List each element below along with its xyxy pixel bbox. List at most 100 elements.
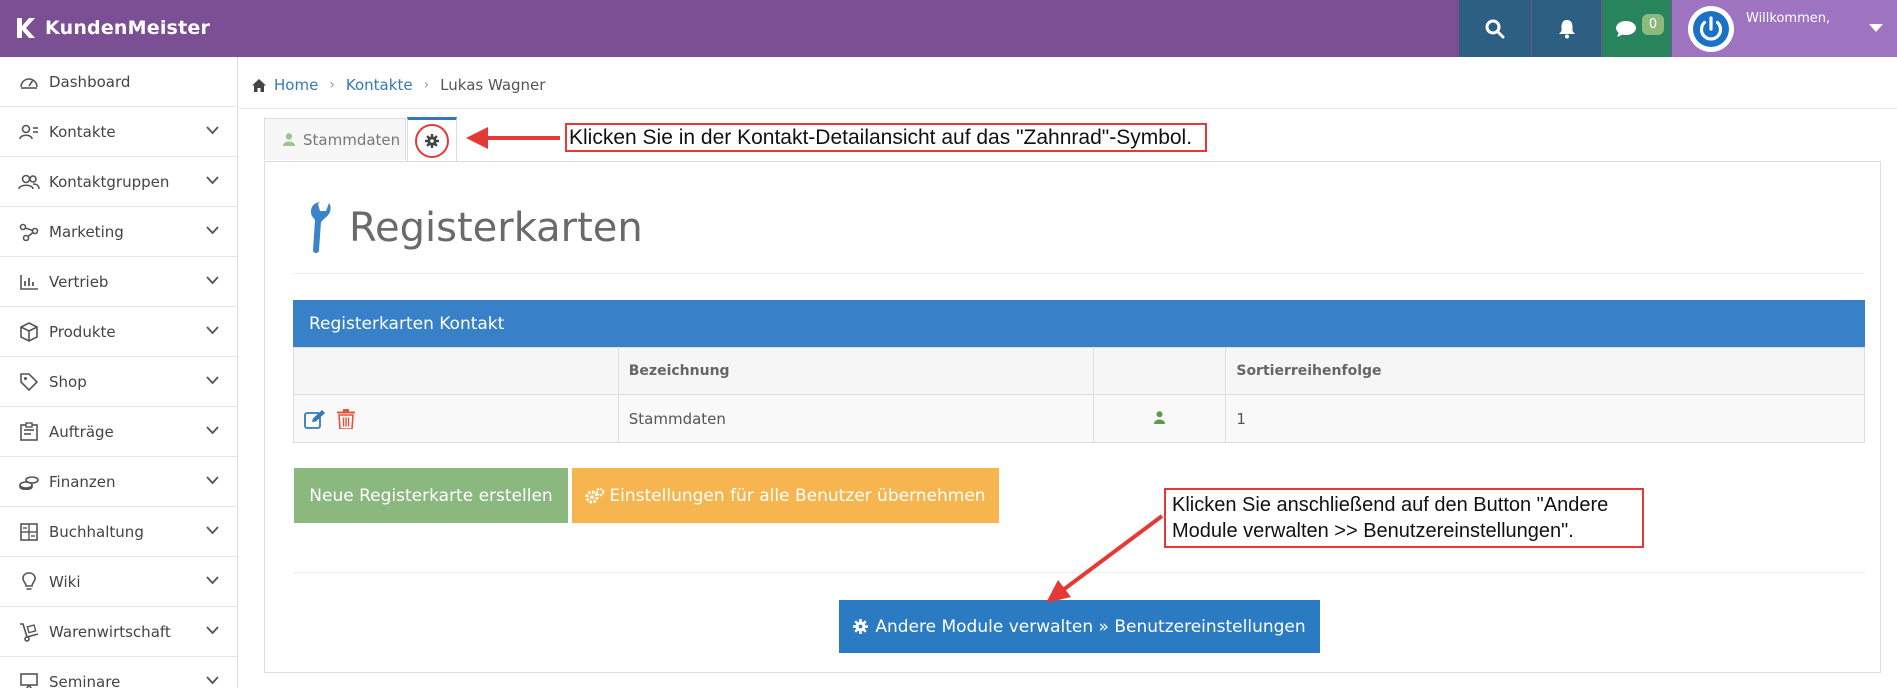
avatar [1688, 6, 1734, 52]
sidebar-item-label: Kontakte [49, 122, 116, 141]
breadcrumb-contacts-link[interactable]: Kontakte [346, 76, 413, 94]
messages-button[interactable]: 0 [1602, 0, 1671, 57]
sidebar-item-produkte[interactable]: Produkte [0, 307, 237, 357]
breadcrumb: Home › Kontakte › Lukas Wagner [252, 73, 545, 97]
seminar-icon [17, 671, 41, 688]
chevron-down-icon[interactable] [206, 426, 219, 435]
marketing-icon [17, 221, 41, 243]
wrench-icon [311, 202, 331, 253]
delete-icon[interactable] [336, 408, 355, 430]
user-menu[interactable]: Willkommen, [1672, 0, 1897, 57]
lightbulb-icon [17, 571, 41, 593]
column-header-icon [1093, 347, 1227, 395]
chat-icon [1615, 20, 1636, 37]
sidebar-item-vertrieb[interactable]: Vertrieb [0, 257, 237, 307]
search-icon [1485, 19, 1505, 38]
arrowhead-gear [466, 127, 488, 149]
notifications-button[interactable] [1532, 0, 1601, 57]
app-name: KundenMeister [45, 17, 211, 39]
home-icon[interactable] [252, 78, 266, 92]
chevron-down-icon[interactable] [206, 576, 219, 585]
box-icon [17, 321, 41, 343]
breadcrumb-separator: › [423, 77, 430, 93]
dashboard-icon [17, 71, 41, 93]
top-navbar: KundenMeister 0 Willkommen, [0, 0, 1897, 57]
sidebar-item-auftraege[interactable]: Aufträge [0, 407, 237, 457]
sidebar-item-warenwirtschaft[interactable]: Warenwirtschaft [0, 607, 237, 657]
sidebar-item-label: Vertrieb [49, 272, 109, 291]
sidebar-item-marketing[interactable]: Marketing [0, 207, 237, 257]
tabs-table: Bezeichnung Sortierreihenfolge Stammdate… [293, 347, 1865, 443]
sidebar-item-finanzen[interactable]: Finanzen [0, 457, 237, 507]
sidebar-item-wiki[interactable]: Wiki [0, 557, 237, 607]
bell-icon [1558, 19, 1575, 38]
sidebar-item-label: Warenwirtschaft [49, 622, 171, 641]
chevron-down-icon[interactable] [206, 126, 219, 135]
user-icon [1154, 410, 1166, 424]
sidebar-item-kontakte[interactable]: Kontakte [0, 107, 237, 157]
divider [238, 108, 1897, 109]
sidebar-item-label: Marketing [49, 222, 124, 241]
welcome-text: Willkommen, [1746, 11, 1831, 26]
chevron-down-icon[interactable] [206, 476, 219, 485]
column-header-sortierung[interactable]: Sortierreihenfolge [1225, 347, 1865, 395]
contacts-icon [17, 121, 41, 143]
sidebar-item-kontaktgruppen[interactable]: Kontaktgruppen [0, 157, 237, 207]
divider [293, 273, 1865, 274]
edit-icon[interactable] [304, 409, 326, 429]
highlight-circle [415, 124, 449, 158]
breadcrumb-home-link[interactable]: Home [274, 76, 318, 94]
search-button[interactable] [1459, 0, 1531, 57]
chevron-down-icon[interactable] [206, 176, 219, 185]
tab-stammdaten[interactable]: Stammdaten [264, 118, 406, 160]
chevron-down-icon[interactable] [206, 676, 219, 685]
sidebar-item-label: Shop [49, 372, 87, 391]
button-label: Andere Module verwalten » Benutzereinste… [875, 616, 1306, 637]
chevron-down-icon[interactable] [206, 626, 219, 635]
sidebar-item-seminare[interactable]: Seminare [0, 657, 237, 688]
chevron-down-icon[interactable] [206, 326, 219, 335]
chevron-down-icon[interactable] [206, 376, 219, 385]
sidebar-item-buchhaltung[interactable]: Buchhaltung [0, 507, 237, 557]
other-modules-user-settings-button[interactable]: Andere Module verwalten » Benutzereinste… [839, 600, 1320, 653]
coins-icon [17, 471, 41, 493]
new-tab-button[interactable]: Neue Registerkarte erstellen [294, 468, 568, 523]
row-icon [1093, 394, 1227, 443]
divider [293, 572, 1865, 573]
row-sort-order: 1 [1225, 394, 1865, 443]
hand-truck-icon [17, 621, 41, 643]
power-icon [1693, 11, 1729, 47]
sidebar-item-label: Finanzen [49, 472, 116, 491]
user-icon [283, 133, 295, 146]
app-logo[interactable]: KundenMeister [14, 14, 210, 42]
sidebar-item-label: Produkte [49, 322, 116, 341]
apply-all-users-button[interactable]: Einstellungen für alle Benutzer übernehm… [572, 468, 999, 523]
sidebar-item-label: Wiki [49, 572, 81, 591]
tag-icon [17, 371, 41, 393]
caret-down-icon[interactable] [1869, 24, 1883, 32]
row-name: Stammdaten [617, 394, 1095, 443]
chevron-down-icon[interactable] [206, 276, 219, 285]
chevron-down-icon[interactable] [206, 526, 219, 535]
calculator-icon [17, 521, 41, 543]
gear-icon [853, 619, 869, 634]
sidebar-item-dashboard[interactable]: Dashboard [0, 57, 237, 107]
sidebar-item-label: Kontaktgruppen [49, 172, 170, 191]
page-title: Registerkarten [349, 205, 643, 251]
row-actions [293, 394, 619, 443]
sidebar-item-shop[interactable]: Shop [0, 357, 237, 407]
instruction-callout-1: Klicken Sie in der Kontakt-Detailansicht… [565, 123, 1207, 152]
table-heading: Registerkarten Kontakt [293, 300, 1865, 347]
chevron-down-icon[interactable] [206, 226, 219, 235]
column-header-actions [293, 347, 619, 395]
table-row: Stammdaten 1 [293, 394, 1865, 443]
breadcrumb-separator: › [329, 77, 335, 93]
message-count-badge: 0 [1642, 14, 1664, 35]
instruction-callout-2: Klicken Sie anschließend auf den Button … [1164, 488, 1644, 548]
table-header-row: Bezeichnung Sortierreihenfolge [293, 347, 1865, 395]
sidebar-item-label: Dashboard [49, 72, 131, 91]
column-header-bezeichnung[interactable]: Bezeichnung [617, 347, 1095, 395]
sidebar: Dashboard Kontakte Kontaktgruppen Market… [0, 57, 238, 688]
tab-label: Stammdaten [303, 130, 401, 149]
sidebar-item-label: Aufträge [49, 422, 114, 441]
